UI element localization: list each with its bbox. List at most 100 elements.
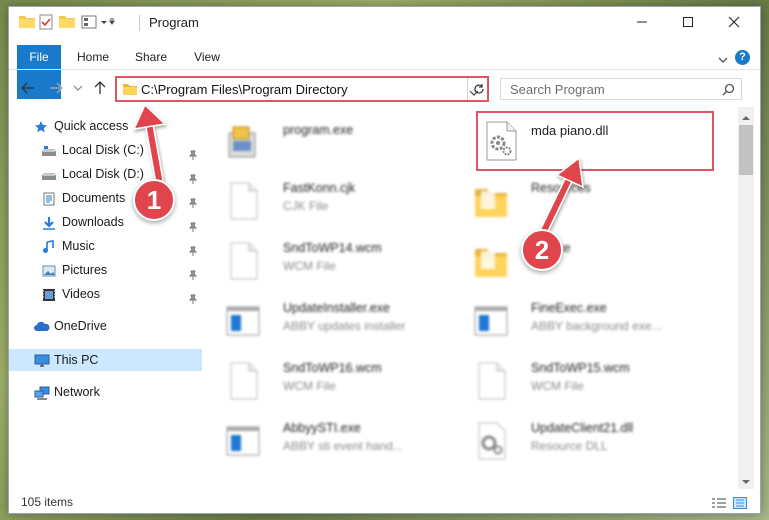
pin-icon xyxy=(188,289,198,311)
properties-icon[interactable] xyxy=(39,14,53,30)
sidebar-item-label: Downloads xyxy=(62,215,124,229)
tab-share[interactable]: Share xyxy=(129,45,173,69)
back-arrow-icon[interactable] xyxy=(19,79,37,97)
item-count: 105 items xyxy=(21,495,74,509)
sidebar-item-label: Music xyxy=(62,239,95,253)
file-name: AbbyySTI.exe xyxy=(283,421,361,435)
blank-file-icon xyxy=(473,361,509,401)
file-name: UpdateClient21.dll xyxy=(531,421,634,435)
search-icon[interactable] xyxy=(722,83,735,99)
folder-icon xyxy=(123,83,137,98)
file-description: WCM File xyxy=(283,259,336,273)
sidebar-item-pictures[interactable]: Pictures xyxy=(9,259,202,281)
chevron-up-icon[interactable] xyxy=(741,111,751,125)
pictures-icon xyxy=(42,263,56,277)
list-item[interactable]: Source xyxy=(453,231,693,285)
explorer-window: Program File Home Share View ? C:\Progra… xyxy=(8,6,761,514)
sidebar-item-local-disk-c[interactable]: Local Disk (C:) xyxy=(9,139,202,161)
sidebar-item-onedrive[interactable]: OneDrive xyxy=(9,315,202,337)
scrollbar-thumb[interactable] xyxy=(739,125,753,175)
sidebar-item-label: Documents xyxy=(62,191,126,205)
file-name: program.exe xyxy=(283,123,354,137)
music-icon xyxy=(42,239,56,253)
title-bar: Program xyxy=(9,7,760,37)
blank-file-icon xyxy=(225,361,261,401)
file-description: Resource DLL xyxy=(531,439,608,453)
list-item[interactable]: UpdateClient21.dll Resource DLL xyxy=(453,411,693,465)
window-title: Program xyxy=(149,15,199,30)
search-input[interactable]: Search Program xyxy=(510,82,605,97)
sidebar-item-downloads[interactable]: Downloads xyxy=(9,211,202,233)
list-item[interactable]: SndToWP14.wcm WCM File xyxy=(205,231,445,285)
file-description: CJK File xyxy=(283,199,329,213)
sidebar-item-local-disk-d[interactable]: Local Disk (D:) xyxy=(9,163,202,185)
help-button[interactable]: ? xyxy=(735,50,750,65)
sidebar-item-label: Videos xyxy=(62,287,100,301)
step-badge-1: 1 xyxy=(133,179,175,221)
file-name: SndToWP16.wcm xyxy=(283,361,382,375)
maximize-button[interactable] xyxy=(665,7,711,37)
file-description: WCM File xyxy=(531,379,584,393)
folder-icon xyxy=(19,14,35,30)
list-item[interactable]: Resources xyxy=(453,171,693,225)
folder-icon xyxy=(473,241,509,281)
title-separator xyxy=(139,15,140,31)
blank-file-icon xyxy=(225,241,261,281)
folder-icon xyxy=(473,181,509,221)
sidebar-item-label: This PC xyxy=(54,353,99,367)
app-window-icon xyxy=(225,301,261,341)
details-view-icon[interactable] xyxy=(711,497,727,512)
sidebar-item-label: OneDrive xyxy=(54,319,107,333)
file-description: ABBY background exe... xyxy=(531,319,662,333)
app-window-icon xyxy=(473,301,509,341)
list-item[interactable]: SndToWP15.wcm WCM File xyxy=(453,351,693,405)
up-arrow-icon[interactable] xyxy=(91,79,109,97)
vertical-scrollbar[interactable] xyxy=(738,107,754,489)
search-box[interactable]: Search Program xyxy=(500,78,742,100)
sidebar-item-music[interactable]: Music xyxy=(9,235,202,257)
tab-view[interactable]: View xyxy=(185,45,229,69)
file-name: SndToWP14.wcm xyxy=(283,241,382,255)
ribbon-tabs: File Home Share View ? xyxy=(9,45,760,99)
chevron-down-icon[interactable] xyxy=(741,475,751,489)
dll-gear-icon xyxy=(473,421,509,461)
videos-icon xyxy=(42,287,56,301)
file-name: SndToWP15.wcm xyxy=(531,361,630,375)
download-icon xyxy=(42,215,56,230)
sidebar-item-label: Pictures xyxy=(62,263,108,277)
cloud-icon xyxy=(34,319,50,333)
sidebar-item-label: Quick access xyxy=(54,119,129,133)
customize-toolbar-icon[interactable] xyxy=(81,14,115,30)
minimize-button[interactable] xyxy=(619,7,665,37)
sidebar-item-network[interactable]: Network xyxy=(9,381,202,403)
list-item[interactable]: FastKonn.cjk CJK File xyxy=(205,171,445,225)
sidebar-item-label: Local Disk (C:) xyxy=(62,143,144,157)
address-path[interactable]: C:\Program Files\Program Directory xyxy=(141,82,348,97)
app-window-icon xyxy=(225,421,261,461)
tiles-view-icon[interactable] xyxy=(733,497,747,512)
computer-icon xyxy=(34,353,50,367)
sidebar-item-videos[interactable]: Videos xyxy=(9,283,202,305)
forward-arrow-icon[interactable] xyxy=(47,79,65,97)
star-icon xyxy=(34,119,48,133)
list-item[interactable]: UpdateInstaller.exe ABBY updates install… xyxy=(205,291,445,345)
recent-locations-icon[interactable] xyxy=(69,79,87,97)
address-bar[interactable]: C:\Program Files\Program Directory xyxy=(115,76,489,102)
sidebar-item-quick-access[interactable]: Quick access xyxy=(9,115,202,137)
list-item[interactable]: SndToWP16.wcm WCM File xyxy=(205,351,445,405)
chevron-down-icon[interactable] xyxy=(718,53,728,67)
navigation-bar: C:\Program Files\Program Directory Searc… xyxy=(9,75,760,105)
sidebar-item-this-pc[interactable]: This PC xyxy=(9,349,202,371)
tab-home[interactable]: Home xyxy=(71,45,115,69)
new-folder-icon[interactable] xyxy=(59,14,75,30)
ribbon-divider xyxy=(9,69,760,70)
list-item[interactable]: FineExec.exe ABBY background exe... xyxy=(453,291,693,345)
file-name: Resources xyxy=(531,181,591,195)
list-item[interactable]: program.exe xyxy=(205,113,445,167)
drive-icon xyxy=(42,167,56,181)
sidebar-item-label: Network xyxy=(54,385,100,399)
close-button[interactable] xyxy=(711,7,757,37)
list-item[interactable]: AbbyySTI.exe ABBY sti event hand... xyxy=(205,411,445,465)
refresh-button[interactable] xyxy=(467,78,489,100)
navigation-pane: Quick access Local Disk (C:) Local Disk … xyxy=(9,111,204,485)
